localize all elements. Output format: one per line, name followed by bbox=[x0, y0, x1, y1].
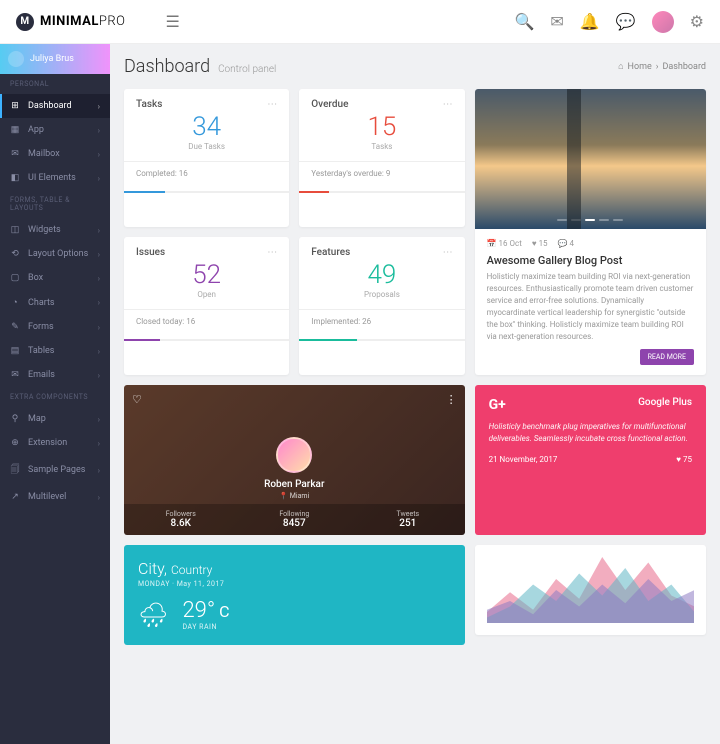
sidebar-item-box[interactable]: ▢Box› bbox=[0, 266, 110, 290]
progress-bar bbox=[299, 191, 464, 193]
weather-icon: 🌧 bbox=[138, 601, 168, 629]
chevron-right-icon: › bbox=[98, 323, 100, 332]
breadcrumb: ⌂ Home › Dashboard bbox=[618, 61, 706, 72]
chart-card bbox=[475, 545, 706, 635]
nav-icon: ✎ bbox=[10, 322, 20, 332]
sidebar-item-extension[interactable]: ⊕Extension› bbox=[0, 431, 110, 455]
logo[interactable]: M MINIMALPRO bbox=[16, 13, 126, 31]
nav-icon: ▤ bbox=[10, 346, 20, 356]
sidebar-item-tables[interactable]: ▤Tables› bbox=[0, 339, 110, 363]
sidebar-item-dashboard[interactable]: ⊞Dashboard› bbox=[0, 94, 110, 118]
carousel-dots[interactable] bbox=[557, 219, 623, 221]
menu-toggle-icon[interactable]: ☰ bbox=[166, 12, 180, 31]
nav-icon: 🗐 bbox=[10, 462, 20, 478]
chevron-right-icon: › bbox=[98, 439, 100, 448]
avatar[interactable] bbox=[276, 437, 312, 473]
stat-features: Features⋯ 49 Proposals Implemented: 26 bbox=[299, 237, 464, 375]
profile-card: ♡⋮ Roben Parkar 📍 Miami Followers8.6K Fo… bbox=[124, 385, 465, 535]
sidebar-item-emails[interactable]: ✉Emails› bbox=[0, 363, 110, 387]
sidebar-item-charts[interactable]: ◔Charts› bbox=[0, 290, 110, 315]
chevron-right-icon: › bbox=[98, 102, 100, 111]
sidebar-item-widgets[interactable]: ◫Widgets› bbox=[0, 218, 110, 242]
nav-icon: ◫ bbox=[10, 225, 20, 235]
chevron-right-icon: › bbox=[98, 415, 100, 424]
sidebar-item-mailbox[interactable]: ✉Mailbox› bbox=[0, 142, 110, 166]
chevron-right-icon: › bbox=[98, 371, 100, 380]
chevron-right-icon: › bbox=[98, 250, 100, 259]
nav-icon: ⟲ bbox=[10, 249, 20, 259]
blog-meta: 📅 16 Oct ♥ 15 💬 4 bbox=[487, 239, 694, 248]
nav-icon: ▦ bbox=[10, 125, 20, 135]
nav-icon: ▢ bbox=[10, 273, 20, 283]
sidebar-item-app[interactable]: ▦App› bbox=[0, 118, 110, 142]
nav-icon: ◔ bbox=[10, 297, 20, 308]
nav-icon: ⚲ bbox=[10, 414, 20, 424]
topbar: M MINIMALPRO ☰ 🔍 ✉ 🔔 💬 ⚙ bbox=[0, 0, 720, 44]
sidebar-item-ui-elements[interactable]: ◧UI Elements› bbox=[0, 166, 110, 190]
logo-badge-icon: M bbox=[16, 13, 34, 31]
weather-card: City, Country MONDAY · May 11, 2017 🌧 29… bbox=[124, 545, 465, 645]
gear-icon[interactable]: ⚙ bbox=[690, 12, 704, 31]
sidebar-item-map[interactable]: ⚲Map› bbox=[0, 407, 110, 431]
more-icon[interactable]: ⋯ bbox=[443, 247, 453, 258]
more-icon[interactable]: ⋮ bbox=[446, 393, 457, 406]
chevron-right-icon: › bbox=[98, 298, 100, 307]
progress-bar bbox=[124, 191, 289, 193]
sidebar-section-label: EXTRA COMPONENTS bbox=[0, 387, 110, 407]
stat-issues: Issues⋯ 52 Open Closed today: 16 bbox=[124, 237, 289, 375]
nav-icon: ⊞ bbox=[10, 101, 20, 111]
blog-title: Awesome Gallery Blog Post bbox=[487, 254, 694, 267]
chevron-right-icon: › bbox=[98, 274, 100, 283]
page-title: Dashboard bbox=[124, 56, 210, 77]
mail-icon[interactable]: ✉ bbox=[550, 12, 563, 31]
progress-bar bbox=[124, 339, 289, 341]
page-subtitle: Control panel bbox=[218, 64, 276, 75]
gplus-icon: G+ bbox=[489, 397, 506, 413]
stat-tasks: Tasks⋯ 34 Due Tasks Completed: 16 bbox=[124, 89, 289, 227]
chevron-right-icon: › bbox=[98, 150, 100, 159]
nav-icon: ✉ bbox=[10, 370, 20, 380]
avatar-icon bbox=[8, 51, 24, 67]
home-icon[interactable]: ⌂ bbox=[618, 61, 623, 72]
bell-icon[interactable]: 🔔 bbox=[580, 12, 600, 31]
blog-text: Holisticly maximize team building ROI vi… bbox=[487, 271, 694, 343]
sidebar-section-label: FORMS, TABLE & LAYOUTS bbox=[0, 190, 110, 218]
nav-icon: ✉ bbox=[10, 149, 20, 159]
nav-icon: ⊕ bbox=[10, 438, 20, 448]
likes[interactable]: ♥ 75 bbox=[676, 455, 692, 464]
sidebar-item-multilevel[interactable]: ↗Multilevel› bbox=[0, 485, 110, 509]
read-more-button[interactable]: READ MORE bbox=[640, 349, 694, 365]
avatar[interactable] bbox=[652, 11, 674, 33]
chevron-right-icon: › bbox=[98, 347, 100, 356]
social-card: G+ Google Plus Holisticly benchmark plug… bbox=[475, 385, 706, 535]
progress-bar bbox=[299, 339, 464, 341]
user-name: Juliya Brus bbox=[30, 54, 74, 64]
chevron-right-icon: › bbox=[98, 126, 100, 135]
chevron-right-icon: › bbox=[98, 493, 100, 502]
profile-location: 📍 Miami bbox=[124, 492, 465, 500]
stat-overdue: Overdue⋯ 15 Tasks Yesterday's overdue: 9 bbox=[299, 89, 464, 227]
heart-icon[interactable]: ♡ bbox=[132, 393, 142, 406]
sidebar-item-sample-pages[interactable]: 🗐Sample Pages› bbox=[0, 455, 110, 485]
area-chart bbox=[487, 557, 694, 623]
chat-icon[interactable]: 💬 bbox=[616, 12, 636, 31]
nav-icon: ↗ bbox=[10, 492, 20, 502]
sidebar: Juliya Brus PERSONAL⊞Dashboard›▦App›✉Mai… bbox=[0, 44, 110, 744]
sidebar-section-label: PERSONAL bbox=[0, 74, 110, 94]
blog-card: 📅 16 Oct ♥ 15 💬 4 Awesome Gallery Blog P… bbox=[475, 89, 706, 375]
nav-icon: ◧ bbox=[10, 173, 20, 183]
chevron-right-icon: › bbox=[98, 226, 100, 235]
more-icon[interactable]: ⋯ bbox=[267, 247, 277, 258]
blog-image[interactable] bbox=[475, 89, 706, 229]
chevron-right-icon: › bbox=[98, 466, 100, 475]
chevron-right-icon: › bbox=[98, 174, 100, 183]
more-icon[interactable]: ⋯ bbox=[267, 99, 277, 110]
more-icon[interactable]: ⋯ bbox=[443, 99, 453, 110]
sidebar-profile[interactable]: Juliya Brus bbox=[0, 44, 110, 74]
sidebar-item-layout-options[interactable]: ⟲Layout Options› bbox=[0, 242, 110, 266]
sidebar-item-forms[interactable]: ✎Forms› bbox=[0, 315, 110, 339]
profile-name: Roben Parkar bbox=[124, 479, 465, 490]
search-icon[interactable]: 🔍 bbox=[514, 12, 534, 31]
